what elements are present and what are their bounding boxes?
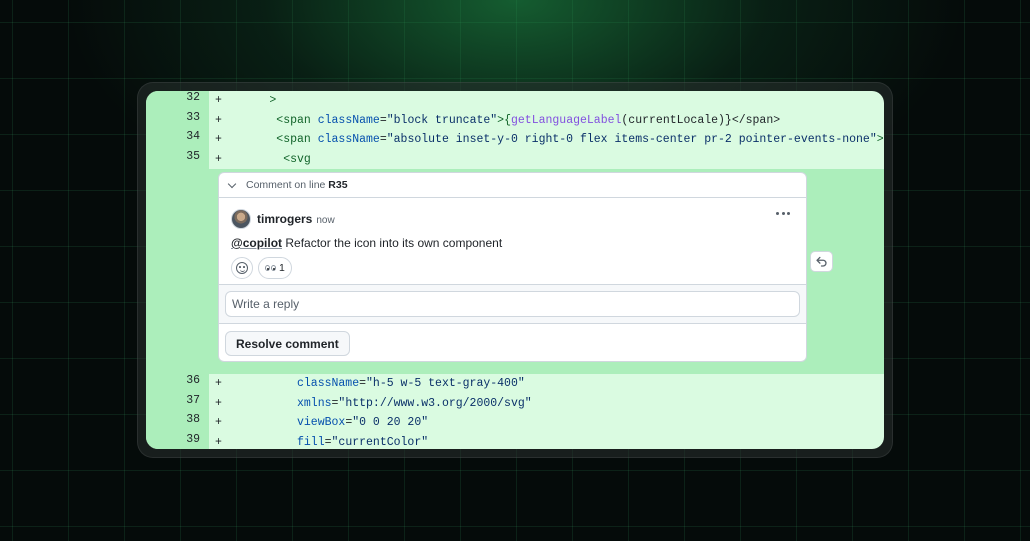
code-token: "currentColor": [331, 435, 429, 449]
diff-line[interactable]: 34 + <span className="absolute inset-y-0 r…: [146, 130, 884, 150]
code-text: <span className="absolute inset-y-0 righ…: [276, 133, 883, 146]
diff-view: 32 + >33 + <span className="block truncate">…: [146, 91, 884, 449]
line-gutter[interactable]: 39: [146, 432, 209, 449]
diff-sign: +: [215, 113, 222, 127]
line-gutter[interactable]: 35: [146, 149, 209, 169]
code-token: =: [324, 435, 332, 449]
diff-sign: +: [215, 152, 222, 166]
diff-sign: +: [215, 377, 222, 391]
code-token: <span: [276, 133, 318, 147]
line-number[interactable]: 38: [146, 413, 200, 426]
line-number[interactable]: 37: [146, 394, 200, 407]
reply-area: [219, 284, 806, 324]
line-gutter[interactable]: 34: [146, 130, 209, 150]
eyes-emoji-icon: [265, 265, 276, 271]
diff-line[interactable]: 38 + viewBox="0 0 20 20": [146, 413, 884, 433]
code-token: >{: [497, 113, 511, 127]
code-token: "0 0 20 20": [352, 416, 429, 430]
comment-author-row: timrogers now: [231, 208, 794, 230]
resolve-area: Resolve comment: [219, 324, 806, 361]
code-token: "http://www.w3.org/2000/svg": [338, 396, 532, 410]
code-token: <svg: [283, 152, 311, 166]
code-token: className: [317, 133, 380, 147]
line-gutter[interactable]: 36: [146, 374, 209, 394]
code-text: viewBox="0 0 20 20": [297, 416, 428, 429]
avatar[interactable]: [231, 209, 251, 229]
reaction-eyes-button[interactable]: 1: [258, 257, 292, 279]
line-number[interactable]: 33: [146, 111, 200, 124]
code-token: xmlns: [297, 396, 332, 410]
diff-sign: +: [215, 133, 222, 147]
diff-lines-after: 36 + className="h-5 w-5 text-gray-400" 37 + x…: [146, 374, 884, 449]
diff-line[interactable]: 37 + xmlns="http://www.w3.org/2000/svg": [146, 393, 884, 413]
thread-header[interactable]: Comment on line R35: [219, 173, 806, 198]
line-gutter[interactable]: 32: [146, 91, 209, 111]
thread-header-line: R35: [328, 179, 348, 191]
code-text: fill="currentColor": [297, 436, 428, 449]
diff-line[interactable]: 36 + className="h-5 w-5 text-gray-400": [146, 374, 884, 394]
kebab-horizontal-icon[interactable]: [776, 212, 790, 215]
code-text: xmlns="http://www.w3.org/2000/svg": [297, 397, 532, 410]
line-number[interactable]: 35: [146, 150, 200, 163]
diff-sign: +: [215, 435, 222, 449]
thread-header-prefix: Comment on line: [246, 179, 326, 191]
line-gutter[interactable]: 38: [146, 413, 209, 433]
comment-body: @copilot Refactor the icon into its own …: [231, 236, 794, 250]
diff-line[interactable]: 35 + <svg: [146, 149, 884, 169]
line-number[interactable]: 36: [146, 374, 200, 387]
code-token: >: [269, 94, 277, 108]
reactions-bar: 1: [231, 257, 794, 279]
code-token: className: [317, 113, 380, 127]
line-number[interactable]: 34: [146, 130, 200, 143]
code-text: className="h-5 w-5 text-gray-400": [297, 377, 525, 390]
code-token: "block truncate": [386, 113, 498, 127]
comment-timestamp[interactable]: now: [316, 215, 334, 226]
comment-thread: Comment on line R35 timrogers now @copil…: [218, 172, 807, 362]
line-number[interactable]: 39: [146, 433, 200, 446]
undo-icon: [816, 256, 827, 267]
code-token: =: [379, 133, 387, 147]
code-token: viewBox: [297, 416, 346, 430]
chevron-down-icon[interactable]: [227, 179, 237, 188]
line-gutter[interactable]: 33: [146, 110, 209, 130]
diff-sign: +: [215, 396, 222, 410]
comment-author[interactable]: timrogers: [257, 212, 312, 226]
mention-link[interactable]: @copilot: [231, 236, 282, 250]
diff-lines-before: 32 + >33 + <span className="block truncate">…: [146, 91, 884, 169]
comment: timrogers now @copilot Refactor the icon…: [219, 198, 806, 284]
comment-body-text: Refactor the icon into its own component: [285, 236, 503, 250]
code-token: "absolute inset-y-0 right-0 flex items-c…: [386, 133, 877, 147]
code-token: className: [297, 377, 360, 391]
undo-button[interactable]: [810, 251, 833, 272]
code-token: getLanguageLabel: [510, 113, 622, 127]
code-token: "h-5 w-5 text-gray-400": [366, 377, 525, 391]
diff-sign: +: [215, 416, 222, 430]
code-text: <span className="block truncate">{getLan…: [276, 114, 780, 127]
diff-sign: +: [215, 94, 222, 108]
line-number[interactable]: 32: [146, 91, 200, 104]
reaction-count: 1: [279, 262, 285, 274]
diff-line[interactable]: 39 + fill="currentColor": [146, 432, 884, 449]
thread-header-label: Comment on line R35: [246, 179, 348, 191]
diff-line[interactable]: 33 + <span className="block truncate">{get…: [146, 110, 884, 130]
reply-input[interactable]: [225, 291, 800, 317]
diff-line[interactable]: 32 + >: [146, 91, 884, 111]
code-text: >: [269, 94, 276, 107]
code-token: >: [876, 133, 884, 147]
code-text: <svg: [283, 153, 311, 166]
code-token: =: [359, 377, 367, 391]
smiley-icon: [236, 262, 248, 274]
code-token: =: [379, 113, 387, 127]
code-token: <span: [276, 113, 318, 127]
code-token: fill: [297, 435, 325, 449]
line-gutter[interactable]: 37: [146, 393, 209, 413]
add-reaction-button[interactable]: [231, 257, 253, 279]
comment-zone: Comment on line R35 timrogers now @copil…: [146, 169, 884, 374]
code-token: (currentLocale)}</span>: [621, 113, 781, 127]
resolve-comment-button[interactable]: Resolve comment: [225, 331, 350, 356]
